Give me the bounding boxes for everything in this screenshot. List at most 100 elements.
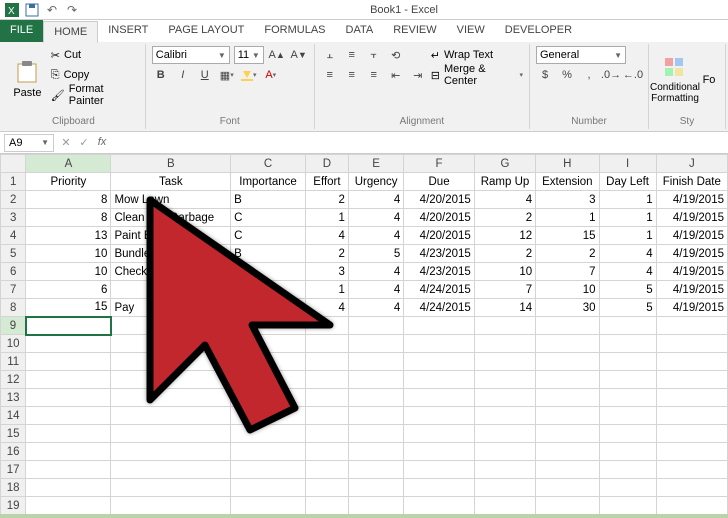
col-header-B[interactable]: B [111,155,231,173]
cell[interactable] [26,443,111,461]
cell[interactable] [656,389,727,407]
cell[interactable] [656,461,727,479]
cell[interactable] [599,479,656,497]
cell-header[interactable]: Extension [536,173,599,191]
cell[interactable]: A [231,281,306,299]
undo-icon[interactable]: ↶ [44,2,60,18]
cell[interactable] [536,317,599,335]
cell[interactable] [536,389,599,407]
cell[interactable] [536,425,599,443]
cell[interactable] [474,407,535,425]
cell[interactable] [348,371,403,389]
cell[interactable] [656,335,727,353]
merge-center-button[interactable]: ⊟Merge & Center▾ [431,66,523,84]
cell[interactable] [404,317,475,335]
cell[interactable]: 8 [26,209,111,227]
cell[interactable] [474,479,535,497]
cell[interactable]: 4 [348,299,403,317]
cell[interactable]: 4 [305,299,348,317]
cell-header[interactable]: Day Left [599,173,656,191]
cell[interactable] [536,497,599,515]
cell[interactable] [305,371,348,389]
cell[interactable]: 12 [474,227,535,245]
row-header-10[interactable]: 10 [1,335,26,353]
cell-header[interactable]: Effort [305,173,348,191]
cell[interactable] [231,317,306,335]
row-header-6[interactable]: 6 [1,263,26,281]
align-right-button[interactable]: ≡ [365,66,383,84]
row-header-7[interactable]: 7 [1,281,26,299]
tab-review[interactable]: REVIEW [383,20,446,42]
cell[interactable] [305,335,348,353]
cell[interactable] [348,389,403,407]
cell[interactable]: 2 [536,245,599,263]
cell[interactable] [231,479,306,497]
cell[interactable] [111,281,231,299]
cell[interactable] [404,407,475,425]
cell[interactable] [231,389,306,407]
cell[interactable] [536,335,599,353]
align-left-button[interactable]: ≡ [321,66,339,84]
cell[interactable] [231,497,306,515]
cell[interactable] [26,461,111,479]
align-center-button[interactable]: ≡ [343,66,361,84]
cell[interactable]: 1 [599,209,656,227]
col-header-D[interactable]: D [305,155,348,173]
decrease-font-button[interactable]: A▼ [290,46,308,64]
copy-button[interactable]: ⎘Copy [51,66,139,84]
decrease-decimal-button[interactable]: ←.0 [624,66,642,84]
cell[interactable]: Check Smoke Alarms [111,263,231,281]
row-header-18[interactable]: 18 [1,479,26,497]
row-header-5[interactable]: 5 [1,245,26,263]
cell[interactable]: 1 [599,227,656,245]
comma-button[interactable]: , [580,66,598,84]
cell[interactable]: 4 [348,209,403,227]
cell[interactable] [536,479,599,497]
cell[interactable] [404,353,475,371]
cell[interactable]: 2 [474,209,535,227]
cell[interactable]: 4 [599,263,656,281]
cell[interactable]: 2 [305,191,348,209]
cell[interactable] [111,461,231,479]
cell[interactable]: 3 [536,191,599,209]
cell[interactable]: 4/20/2015 [404,227,475,245]
cell[interactable]: Bundle News Papers [111,245,231,263]
col-header-C[interactable]: C [231,155,306,173]
cell[interactable] [656,317,727,335]
enter-formula-icon[interactable]: ✓ [76,136,92,149]
name-box[interactable]: A9 ▼ [4,134,54,152]
cell[interactable] [656,497,727,515]
cell[interactable]: C [231,263,306,281]
tab-formulas[interactable]: FORMULAS [254,20,335,42]
cell[interactable]: 4/24/2015 [404,299,475,317]
cell[interactable] [656,353,727,371]
cell[interactable]: 13 [26,227,111,245]
cell[interactable]: 4 [599,245,656,263]
col-header-F[interactable]: F [404,155,475,173]
cell[interactable] [599,407,656,425]
format-table-button[interactable]: Fo [699,46,719,114]
align-bottom-button[interactable]: ⫟ [365,46,383,64]
cell[interactable] [111,353,231,371]
cell-header[interactable]: Urgency [348,173,403,191]
cell[interactable]: 10 [474,263,535,281]
cell[interactable]: 4/19/2015 [656,227,727,245]
cell[interactable]: B [231,191,306,209]
col-header-J[interactable]: J [656,155,727,173]
cell[interactable] [231,299,306,317]
cell[interactable] [26,353,111,371]
cell[interactable] [536,407,599,425]
cell[interactable] [305,353,348,371]
increase-indent-button[interactable]: ⇥ [409,66,427,84]
cell[interactable]: 15 [26,299,111,317]
cell[interactable]: 4 [348,191,403,209]
tab-data[interactable]: DATA [336,20,384,42]
cell[interactable] [599,317,656,335]
row-header-17[interactable]: 17 [1,461,26,479]
cell[interactable]: Pay [111,299,231,317]
cell[interactable] [536,443,599,461]
cell[interactable] [404,443,475,461]
tab-view[interactable]: VIEW [447,20,495,42]
cell[interactable] [474,389,535,407]
cell[interactable]: C [231,209,306,227]
